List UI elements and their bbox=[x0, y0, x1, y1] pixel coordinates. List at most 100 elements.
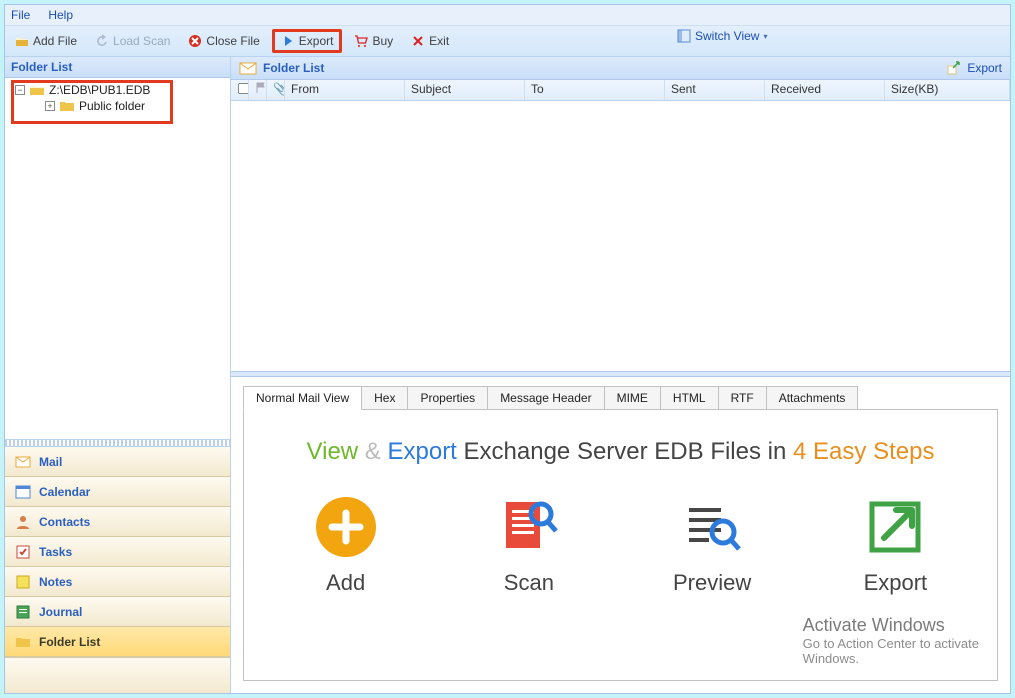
close-circle-icon bbox=[188, 34, 202, 48]
contacts-icon bbox=[15, 514, 31, 530]
col-to[interactable]: To bbox=[525, 80, 665, 100]
toolbar-buy-label: Buy bbox=[372, 34, 393, 48]
tab-attachments[interactable]: Attachments bbox=[766, 386, 859, 410]
expand-icon[interactable]: + bbox=[45, 101, 55, 111]
tree-root-label: Z:\EDB\PUB1.EDB bbox=[49, 83, 150, 97]
tab-properties[interactable]: Properties bbox=[407, 386, 488, 410]
nav-footer bbox=[5, 657, 230, 693]
col-size[interactable]: Size(KB) bbox=[885, 80, 1010, 100]
col-subject[interactable]: Subject bbox=[405, 80, 525, 100]
menu-file[interactable]: File bbox=[11, 8, 30, 22]
col-flag[interactable] bbox=[249, 80, 267, 100]
folder-list-icon bbox=[15, 634, 31, 650]
app-window: File Help Add File Load Scan Close File bbox=[4, 4, 1011, 694]
watermark-line2: Windows. bbox=[803, 651, 979, 666]
toolbar-load-scan-label: Load Scan bbox=[113, 34, 170, 48]
envelope-icon bbox=[239, 60, 257, 76]
calendar-icon bbox=[15, 484, 31, 500]
toolbar-add-file[interactable]: Add File bbox=[9, 32, 83, 50]
tab-normal-mail[interactable]: Normal Mail View bbox=[243, 386, 362, 410]
tab-rtf[interactable]: RTF bbox=[718, 386, 767, 410]
toolbar-export[interactable]: Export bbox=[275, 32, 340, 50]
right-header: Folder List Export bbox=[231, 57, 1010, 80]
notes-icon bbox=[15, 574, 31, 590]
body: Folder List − Z:\EDB\PUB1.EDB + Public f… bbox=[5, 57, 1010, 693]
nav-tasks-label: Tasks bbox=[39, 545, 72, 559]
tree-child[interactable]: + Public folder bbox=[43, 98, 226, 114]
nav-notes[interactable]: Notes bbox=[5, 567, 230, 597]
journal-icon bbox=[15, 604, 31, 620]
tab-html[interactable]: HTML bbox=[660, 386, 719, 410]
message-grid-header: 📎 From Subject To Sent Received Size(KB) bbox=[231, 80, 1010, 101]
tree-root[interactable]: − Z:\EDB\PUB1.EDB bbox=[13, 82, 226, 98]
step-preview: Preview bbox=[637, 496, 787, 596]
col-from[interactable]: From bbox=[285, 80, 405, 100]
nav-contacts[interactable]: Contacts bbox=[5, 507, 230, 537]
nav-mail[interactable]: Mail bbox=[5, 447, 230, 477]
toolbar-exit-label: Exit bbox=[429, 34, 449, 48]
left-panel-header: Folder List bbox=[5, 57, 230, 78]
toolbar-close-file-label: Close File bbox=[206, 34, 259, 48]
col-received[interactable]: Received bbox=[765, 80, 885, 100]
toolbar-add-file-label: Add File bbox=[33, 34, 77, 48]
folder-open-icon bbox=[15, 34, 29, 48]
hero-rest: Exchange Server EDB Files bbox=[464, 438, 761, 465]
hero-export: Export bbox=[387, 438, 456, 465]
step-export-label: Export bbox=[864, 570, 928, 596]
hero-in: in bbox=[768, 438, 787, 465]
step-scan-label: Scan bbox=[504, 570, 554, 596]
step-preview-label: Preview bbox=[673, 570, 751, 596]
nav-grip[interactable]: ······ bbox=[5, 439, 230, 447]
col-attachment[interactable]: 📎 bbox=[267, 80, 285, 100]
nav-tasks[interactable]: Tasks bbox=[5, 537, 230, 567]
toolbar-load-scan[interactable]: Load Scan bbox=[89, 32, 176, 50]
menubar: File Help bbox=[5, 5, 1010, 26]
col-checkbox[interactable] bbox=[231, 80, 249, 100]
message-grid-body[interactable] bbox=[231, 101, 1010, 371]
toolbar-exit[interactable]: Exit bbox=[405, 32, 455, 50]
hero-steps: 4 Easy Steps bbox=[793, 438, 934, 465]
left-panel: Folder List − Z:\EDB\PUB1.EDB + Public f… bbox=[5, 57, 231, 693]
toolbar-export-highlight: Export bbox=[272, 29, 343, 53]
nav-folder-list[interactable]: Folder List bbox=[5, 627, 230, 657]
mail-icon bbox=[15, 454, 31, 470]
scan-file-icon bbox=[498, 496, 560, 558]
detail-panel: View & Export Exchange Server EDB Files … bbox=[243, 409, 998, 681]
play-icon bbox=[281, 34, 295, 48]
folder-icon bbox=[29, 83, 45, 97]
layout-icon bbox=[677, 29, 691, 43]
toolbar-switch-view-label: Switch View bbox=[695, 29, 759, 43]
toolbar-buy[interactable]: Buy bbox=[348, 32, 399, 50]
right-header-title: Folder List bbox=[263, 61, 324, 75]
nav-contacts-label: Contacts bbox=[39, 515, 90, 529]
tab-hex[interactable]: Hex bbox=[361, 386, 408, 410]
nav-mail-label: Mail bbox=[39, 455, 62, 469]
collapse-icon[interactable]: − bbox=[15, 85, 25, 95]
toolbar-switch-view[interactable]: Switch View ▾ bbox=[677, 29, 768, 43]
step-scan: Scan bbox=[454, 496, 604, 596]
tree-child-label: Public folder bbox=[79, 99, 145, 113]
tab-mime[interactable]: MIME bbox=[604, 386, 661, 410]
nav-journal[interactable]: Journal bbox=[5, 597, 230, 627]
x-icon bbox=[411, 34, 425, 48]
toolbar: Add File Load Scan Close File Export bbox=[5, 26, 1010, 57]
step-add: Add bbox=[271, 496, 421, 596]
steps-row: Add Scan bbox=[244, 496, 997, 596]
hero-heading: View & Export Exchange Server EDB Files … bbox=[244, 438, 997, 466]
col-sent[interactable]: Sent bbox=[665, 80, 765, 100]
folder-icon bbox=[59, 99, 75, 113]
right-panel: Folder List Export 📎 From Subject To bbox=[231, 57, 1010, 693]
nav-journal-label: Journal bbox=[39, 605, 82, 619]
header-export-label: Export bbox=[967, 61, 1002, 75]
tab-message-header[interactable]: Message Header bbox=[487, 386, 604, 410]
folder-tree[interactable]: − Z:\EDB\PUB1.EDB + Public folder bbox=[5, 78, 230, 439]
menu-help[interactable]: Help bbox=[48, 8, 73, 22]
nav-notes-label: Notes bbox=[39, 575, 72, 589]
cart-icon bbox=[354, 34, 368, 48]
export-arrow-icon bbox=[947, 60, 963, 76]
nav-calendar[interactable]: Calendar bbox=[5, 477, 230, 507]
refresh-icon bbox=[95, 34, 109, 48]
toolbar-close-file[interactable]: Close File bbox=[182, 32, 265, 50]
nav-folder-list-label: Folder List bbox=[39, 635, 100, 649]
header-export-link[interactable]: Export bbox=[947, 60, 1002, 76]
